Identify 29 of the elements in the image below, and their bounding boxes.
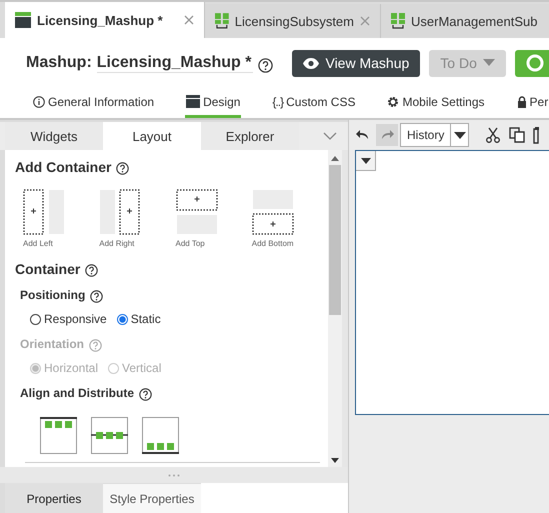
tab-label: LicensingSubsystem [234, 14, 354, 28]
add-container-option[interactable]: Add Left [23, 189, 100, 248]
nav-tab[interactable]: Mobile Settings [386, 88, 486, 118]
nav-tab[interactable]: {..} Custom CSS [271, 88, 356, 118]
radio-option[interactable]: Responsive [30, 312, 107, 326]
history-dropdown[interactable]: History [400, 123, 470, 147]
page-title: Mashup: [26, 54, 92, 72]
nav-tab[interactable]: Per [516, 88, 549, 118]
tab-label: Licensing_Mashup * [37, 12, 164, 28]
radio-option: Vertical [108, 361, 162, 375]
radio-option[interactable]: Static [116, 312, 161, 326]
add-container-option[interactable]: Add Top [176, 189, 252, 248]
mashup-name-field[interactable]: Licensing_Mashup * [96, 54, 254, 72]
panel-tab[interactable]: Style Properties [103, 483, 201, 513]
add-container-option[interactable]: Add Right [99, 189, 176, 248]
braces-icon: {..} [272, 94, 284, 108]
section-heading: Container [15, 260, 80, 276]
field-label: Positioning [20, 288, 86, 302]
field-label: Orientation [20, 336, 84, 350]
section-heading: Add Container [15, 158, 112, 174]
tab-label: UserManagementSub [411, 14, 538, 28]
editor-tab[interactable]: Licensing_Mashup * [5, 2, 205, 38]
radio-option: Horizontal [30, 361, 98, 375]
nav-tab[interactable]: General Information [32, 88, 156, 118]
field-label: Align and Distribute [20, 386, 134, 400]
add-container-option[interactable]: Add Bottom [252, 189, 328, 248]
view-mashup-button[interactable]: View Mashup [292, 50, 420, 76]
panel-tab[interactable]: Layout [103, 122, 201, 150]
panel-tab[interactable]: Properties [5, 483, 103, 513]
